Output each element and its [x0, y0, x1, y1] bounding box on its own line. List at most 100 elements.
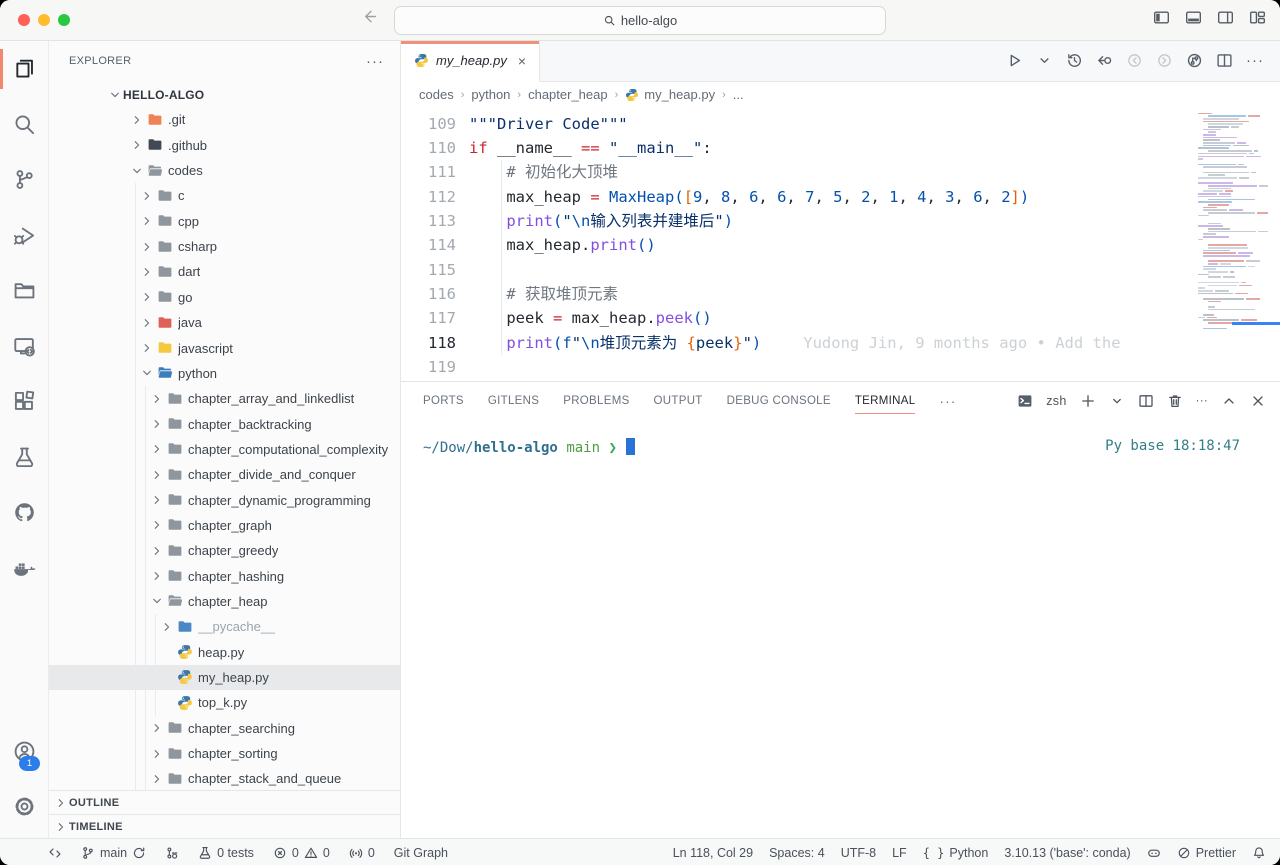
chevron-right-icon[interactable] — [139, 341, 155, 355]
sidebar-section-outline[interactable]: OUTLINE — [49, 790, 400, 814]
tree-item-chapter-array-and-linkedlist[interactable]: chapter_array_and_linkedlist — [49, 386, 400, 411]
tree-item-c[interactable]: c — [49, 183, 400, 208]
tree-item-go[interactable]: go — [49, 285, 400, 310]
chevron-right-icon[interactable] — [149, 392, 165, 406]
breadcrumb-item--[interactable]: ... — [733, 87, 744, 102]
status-item[interactable] — [1147, 846, 1161, 860]
minimize-window-button[interactable] — [38, 14, 50, 26]
chevron-right-icon[interactable] — [139, 265, 155, 279]
terminal[interactable]: ~/Dow/hello-algo main ❯ Py base 18:18:47 — [401, 420, 1280, 838]
tree-item-codes[interactable]: codes — [49, 158, 400, 183]
tree-item-chapter-sorting[interactable]: chapter_sorting — [49, 741, 400, 766]
chevron-right-icon[interactable] — [149, 569, 165, 583]
tree-item-top-k-py[interactable]: top_k.py — [49, 690, 400, 715]
tree-item--pycache-[interactable]: __pycache__ — [49, 614, 400, 639]
status-item[interactable]: Spaces: 4 — [769, 846, 825, 860]
chevron-right-icon[interactable] — [149, 493, 165, 507]
tree-item-chapter-hashing[interactable]: chapter_hashing — [49, 563, 400, 588]
prev-change-icon[interactable] — [1126, 52, 1143, 70]
trash-icon[interactable] — [1167, 393, 1183, 409]
status-item[interactable]: Prettier — [1177, 846, 1236, 860]
chevron-right-icon[interactable] — [139, 240, 155, 254]
chevron-right-icon[interactable] — [149, 544, 165, 558]
tree-item-chapter-graph[interactable]: chapter_graph — [49, 513, 400, 538]
code-line[interactable] — [469, 355, 1280, 379]
chevron-right-icon[interactable] — [149, 721, 165, 735]
toggle-panel-button[interactable] — [1185, 9, 1202, 27]
close-window-button[interactable] — [18, 14, 30, 26]
chevron-right-icon[interactable] — [149, 468, 165, 482]
split-editor-icon[interactable] — [1216, 52, 1233, 70]
panel-tab-gitlens[interactable]: GITLENS — [488, 382, 539, 420]
panel-tab-output[interactable]: OUTPUT — [654, 382, 703, 420]
tree-item-python[interactable]: python — [49, 361, 400, 386]
back-arrow-button[interactable] — [362, 8, 379, 26]
close-tab-icon[interactable]: × — [518, 53, 526, 69]
status-item[interactable]: { }Python — [923, 846, 989, 860]
tab-my-heap[interactable]: my_heap.py × — [401, 41, 540, 82]
next-change-icon[interactable] — [1156, 52, 1173, 70]
toggle-right-sidebar-button[interactable] — [1217, 9, 1234, 27]
chevron-down-icon[interactable] — [107, 88, 123, 102]
status-item[interactable] — [165, 846, 179, 860]
status-item[interactable]: Git Graph — [394, 846, 448, 860]
status-item[interactable]: main — [81, 846, 146, 860]
action-text[interactable]: ··· — [1196, 395, 1208, 407]
tree-item-dart[interactable]: dart — [49, 259, 400, 284]
status-item[interactable]: 0 tests — [198, 846, 254, 860]
activity-item-search[interactable] — [0, 97, 48, 153]
status-item[interactable] — [48, 846, 62, 860]
chevron-right-icon[interactable] — [129, 138, 145, 152]
tree-item-chapter-divide-and-conquer[interactable]: chapter_divide_and_conquer — [49, 462, 400, 487]
customize-layout-button[interactable] — [1249, 9, 1266, 27]
activity-item-remote-explorer[interactable] — [0, 319, 48, 375]
breadcrumb-item-python[interactable]: python — [471, 87, 510, 102]
tree-item-chapter-computational-complexity[interactable]: chapter_computational_complexity — [49, 437, 400, 462]
status-item[interactable]: LF — [892, 846, 907, 860]
activity-item-source-control[interactable] — [0, 152, 48, 208]
chevron-right-icon[interactable] — [139, 316, 155, 330]
status-item[interactable]: Ln 118, Col 29 — [673, 846, 753, 860]
code-line[interactable]: print("\n输入列表并建堆后") — [469, 209, 1280, 233]
code-line[interactable]: max_heap.print() — [469, 233, 1280, 257]
breadcrumb-item-codes[interactable]: codes — [419, 87, 454, 102]
chevron-down-icon[interactable] — [129, 164, 145, 178]
sidebar-more-actions[interactable]: ··· — [366, 53, 384, 70]
code-line[interactable]: """Driver Code""" — [469, 112, 1280, 136]
activity-item-settings[interactable] — [0, 779, 48, 834]
history-icon[interactable] — [1066, 52, 1083, 70]
activity-item-docker[interactable] — [0, 541, 48, 597]
chevron-right-icon[interactable] — [149, 417, 165, 431]
chevron-right-icon[interactable] — [129, 113, 145, 127]
close-icon[interactable] — [1250, 393, 1266, 409]
tree-item-chapter-dynamic-programming[interactable]: chapter_dynamic_programming — [49, 487, 400, 512]
graph-icon[interactable] — [1186, 52, 1203, 70]
chev-down-small-icon[interactable] — [1036, 52, 1053, 70]
breadcrumb-item-my-heap-py[interactable]: my_heap.py — [625, 87, 715, 102]
tree-item-javascript[interactable]: javascript — [49, 335, 400, 360]
activity-item-testing[interactable] — [0, 430, 48, 486]
activity-item-explorer[interactable] — [0, 41, 48, 97]
tree-item-chapter-stack-and-queue[interactable]: chapter_stack_and_queue — [49, 766, 400, 790]
tree-item-java[interactable]: java — [49, 310, 400, 335]
tree-item-chapter-backtracking[interactable]: chapter_backtracking — [49, 411, 400, 436]
panel-tabs-overflow[interactable]: ··· — [939, 393, 956, 409]
chevron-right-icon[interactable] — [149, 747, 165, 761]
status-item[interactable]: UTF-8 — [841, 846, 876, 860]
tree-item-heap-py[interactable]: heap.py — [49, 639, 400, 664]
chevron-right-icon[interactable] — [149, 442, 165, 456]
code-line[interactable]: peek = max_heap.peek() — [469, 306, 1280, 330]
code-line[interactable]: # 获取堆顶元素 — [469, 282, 1280, 306]
terminal-box-icon[interactable] — [1017, 393, 1033, 409]
action-text[interactable]: ··· — [1246, 52, 1264, 69]
action-text[interactable]: zsh — [1046, 394, 1066, 408]
chevron-right-icon[interactable] — [139, 214, 155, 228]
chev-up-icon[interactable] — [1221, 393, 1237, 409]
tree-item-csharp[interactable]: csharp — [49, 234, 400, 259]
panel-tab-ports[interactable]: PORTS — [423, 382, 464, 420]
code-line[interactable] — [469, 258, 1280, 282]
tree-item--github[interactable]: .github — [49, 133, 400, 158]
tree-item--git[interactable]: .git — [49, 107, 400, 132]
open-changes-icon[interactable] — [1096, 52, 1113, 70]
chevron-down-icon[interactable] — [139, 366, 155, 380]
